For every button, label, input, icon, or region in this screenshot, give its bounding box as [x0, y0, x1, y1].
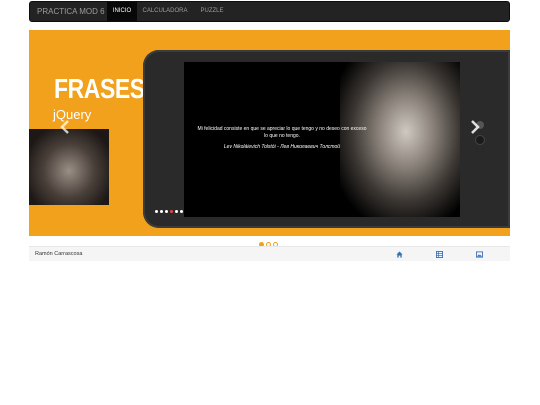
portrait-thumbnail [29, 129, 109, 205]
next-slide-button[interactable] [470, 120, 480, 137]
screen-dot-1 [155, 210, 158, 213]
nav-item-inicio[interactable]: INICIO [107, 2, 137, 21]
image-icon[interactable] [476, 251, 483, 258]
phone-screen: Mi felicidad consiste en que se apreciar… [184, 62, 460, 217]
prev-slide-button[interactable] [60, 120, 70, 137]
nav-item-puzzle[interactable]: PUZZLE [196, 2, 228, 21]
top-navbar: PRACTICA MOD 6 INICIO CALCULADORA PUZZLE [29, 1, 510, 22]
footer-author-name: Ramón Carrascosa [35, 251, 83, 257]
quote-author: Lev Nikoláievich Tolstói - Лев Николаеви… [223, 144, 341, 150]
carousel-heading: FRASES [54, 73, 145, 104]
chevron-left-icon [60, 120, 69, 134]
carousel-subheading: jQuery [53, 107, 92, 122]
screen-dot-3 [165, 210, 168, 213]
quote-text: Mi felicidad consiste en que se apreciar… [197, 126, 367, 139]
home-icon[interactable] [396, 251, 403, 258]
quote-carousel: FRASES jQuery Mi felicidad consiste en q… [29, 30, 510, 236]
screen-dot-4 [170, 210, 173, 213]
screen-dot-6 [180, 210, 183, 213]
list-icon[interactable] [436, 251, 443, 258]
screen-dot-5 [175, 210, 178, 213]
footer-bar: Ramón Carrascosa [29, 246, 510, 261]
brand-link[interactable]: PRACTICA MOD 6 [37, 2, 105, 21]
nav-item-calculadora[interactable]: CALCULADORA [140, 2, 190, 21]
screen-dot-2 [160, 210, 163, 213]
chevron-right-icon [471, 120, 480, 134]
